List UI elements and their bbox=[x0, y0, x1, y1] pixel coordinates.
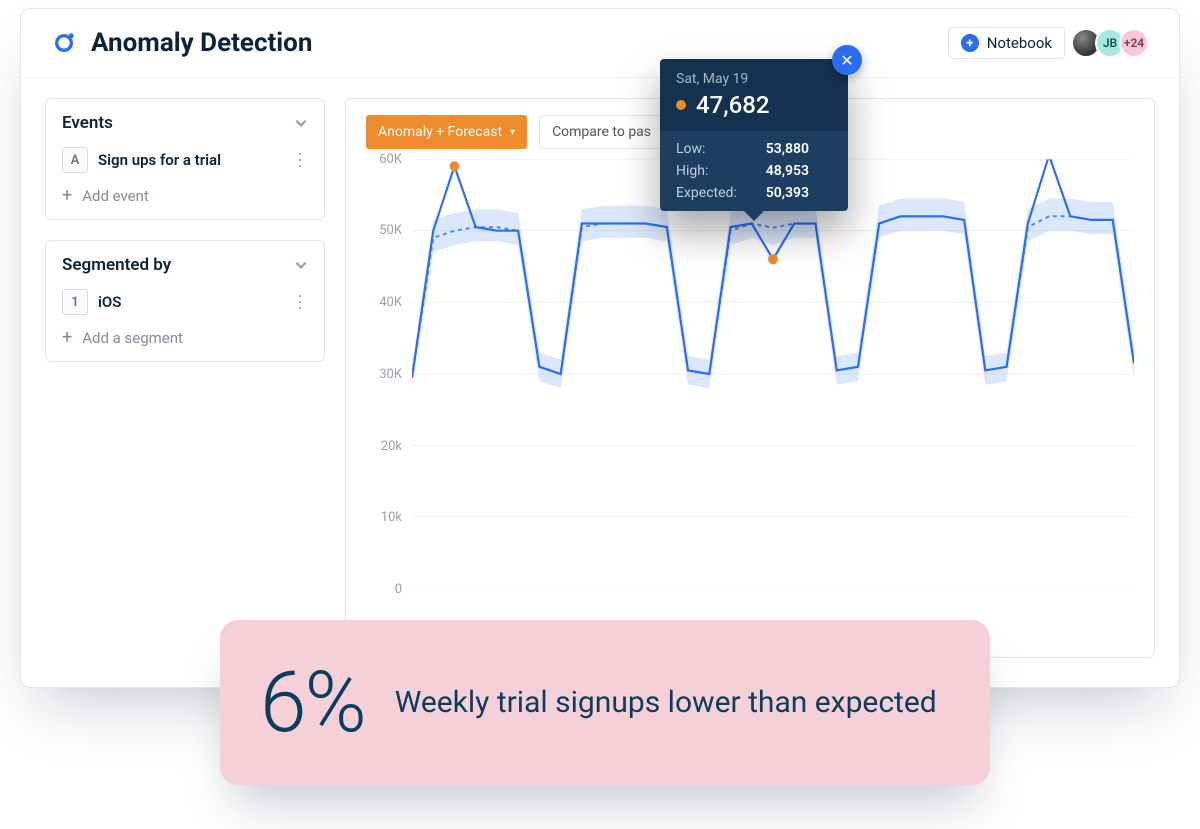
plus-circle-icon: + bbox=[961, 34, 979, 52]
y-tick: 10k bbox=[381, 510, 402, 525]
app-logo-icon bbox=[51, 30, 77, 56]
event-badge: A bbox=[62, 147, 88, 173]
kebab-icon[interactable]: ⋯ bbox=[290, 151, 308, 169]
close-icon[interactable]: ✕ bbox=[832, 45, 862, 75]
anomaly-point[interactable] bbox=[450, 161, 460, 171]
tooltip-low-value: 53,880 bbox=[766, 141, 832, 157]
anomaly-forecast-label: Anomaly + Forecast bbox=[378, 124, 502, 140]
anomaly-point[interactable] bbox=[768, 254, 778, 264]
series-dot-icon bbox=[676, 100, 686, 110]
header: Anomaly Detection + Notebook JB +24 bbox=[21, 9, 1179, 78]
chart-area: 60K 50K 40K 30K 20k 10k 0 bbox=[366, 159, 1134, 589]
y-tick: 40K bbox=[379, 295, 402, 310]
tooltip-low-key: Low: bbox=[676, 141, 760, 157]
header-left: Anomaly Detection bbox=[51, 28, 312, 58]
tooltip-date: Sat, May 19 bbox=[676, 71, 832, 87]
anomaly-forecast-select[interactable]: Anomaly + Forecast ▾ bbox=[366, 115, 527, 149]
add-segment-label: Add a segment bbox=[82, 329, 183, 347]
tooltip-expected-value: 50,393 bbox=[766, 185, 832, 201]
page-title: Anomaly Detection bbox=[91, 28, 312, 58]
compare-label: Compare to pas bbox=[552, 124, 651, 140]
app-window: Anomaly Detection + Notebook JB +24 Even… bbox=[20, 8, 1180, 688]
y-tick: 0 bbox=[395, 582, 402, 597]
compare-select[interactable]: Compare to pas bbox=[539, 115, 664, 149]
tooltip-expected-key: Expected: bbox=[676, 185, 760, 201]
chart-panel: Anomaly + Forecast ▾ Compare to pas 60K … bbox=[345, 98, 1155, 658]
y-tick: 30K bbox=[379, 367, 402, 382]
chart-tooltip: ✕ Sat, May 19 47,682 Low: 53,880 High: 4… bbox=[660, 59, 848, 211]
events-card: Events A Sign ups for a trial ⋯ + Add ev… bbox=[45, 98, 325, 220]
add-segment-button[interactable]: + Add a segment bbox=[62, 329, 308, 347]
add-event-label: Add event bbox=[82, 187, 149, 205]
chevron-down-icon: ▾ bbox=[510, 127, 515, 138]
insight-callout: 6% Weekly trial signups lower than expec… bbox=[220, 620, 990, 785]
y-tick: 50K bbox=[379, 223, 402, 238]
plus-icon: + bbox=[62, 329, 72, 347]
notebook-button-label: Notebook bbox=[987, 34, 1052, 52]
y-axis-labels: 60K 50K 40K 30K 20k 10k 0 bbox=[366, 159, 406, 589]
events-title: Events bbox=[62, 113, 113, 133]
body: Events A Sign ups for a trial ⋯ + Add ev… bbox=[21, 78, 1179, 678]
segmented-card: Segmented by 1 iOS ⋯ + Add a segment bbox=[45, 240, 325, 362]
avatar-overflow[interactable]: +24 bbox=[1119, 28, 1149, 58]
plus-icon: + bbox=[62, 187, 72, 205]
segment-item[interactable]: 1 iOS ⋯ bbox=[62, 289, 308, 315]
notebook-button[interactable]: + Notebook bbox=[948, 27, 1065, 59]
event-label: Sign ups for a trial bbox=[98, 151, 221, 169]
chevron-down-icon[interactable] bbox=[294, 116, 308, 130]
y-tick: 60K bbox=[379, 152, 402, 167]
header-right: + Notebook JB +24 bbox=[948, 27, 1149, 59]
segment-badge: 1 bbox=[62, 289, 88, 315]
y-tick: 20k bbox=[381, 439, 402, 454]
avatar-stack[interactable]: JB +24 bbox=[1077, 28, 1149, 58]
callout-text: Weekly trial signups lower than expected bbox=[395, 684, 937, 722]
segment-label: iOS bbox=[98, 293, 121, 311]
kebab-icon[interactable]: ⋯ bbox=[290, 293, 308, 311]
tooltip-value: 47,682 bbox=[696, 91, 770, 119]
segmented-title: Segmented by bbox=[62, 255, 171, 275]
tooltip-high-key: High: bbox=[676, 163, 760, 179]
tooltip-high-value: 48,953 bbox=[766, 163, 832, 179]
tooltip-arrow-icon bbox=[744, 211, 764, 221]
chart-svg[interactable] bbox=[412, 159, 1134, 589]
callout-percent: 6% bbox=[260, 653, 365, 752]
event-item[interactable]: A Sign ups for a trial ⋯ bbox=[62, 147, 308, 173]
chevron-down-icon[interactable] bbox=[294, 258, 308, 272]
sidebar: Events A Sign ups for a trial ⋯ + Add ev… bbox=[45, 98, 325, 658]
add-event-button[interactable]: + Add event bbox=[62, 187, 308, 205]
